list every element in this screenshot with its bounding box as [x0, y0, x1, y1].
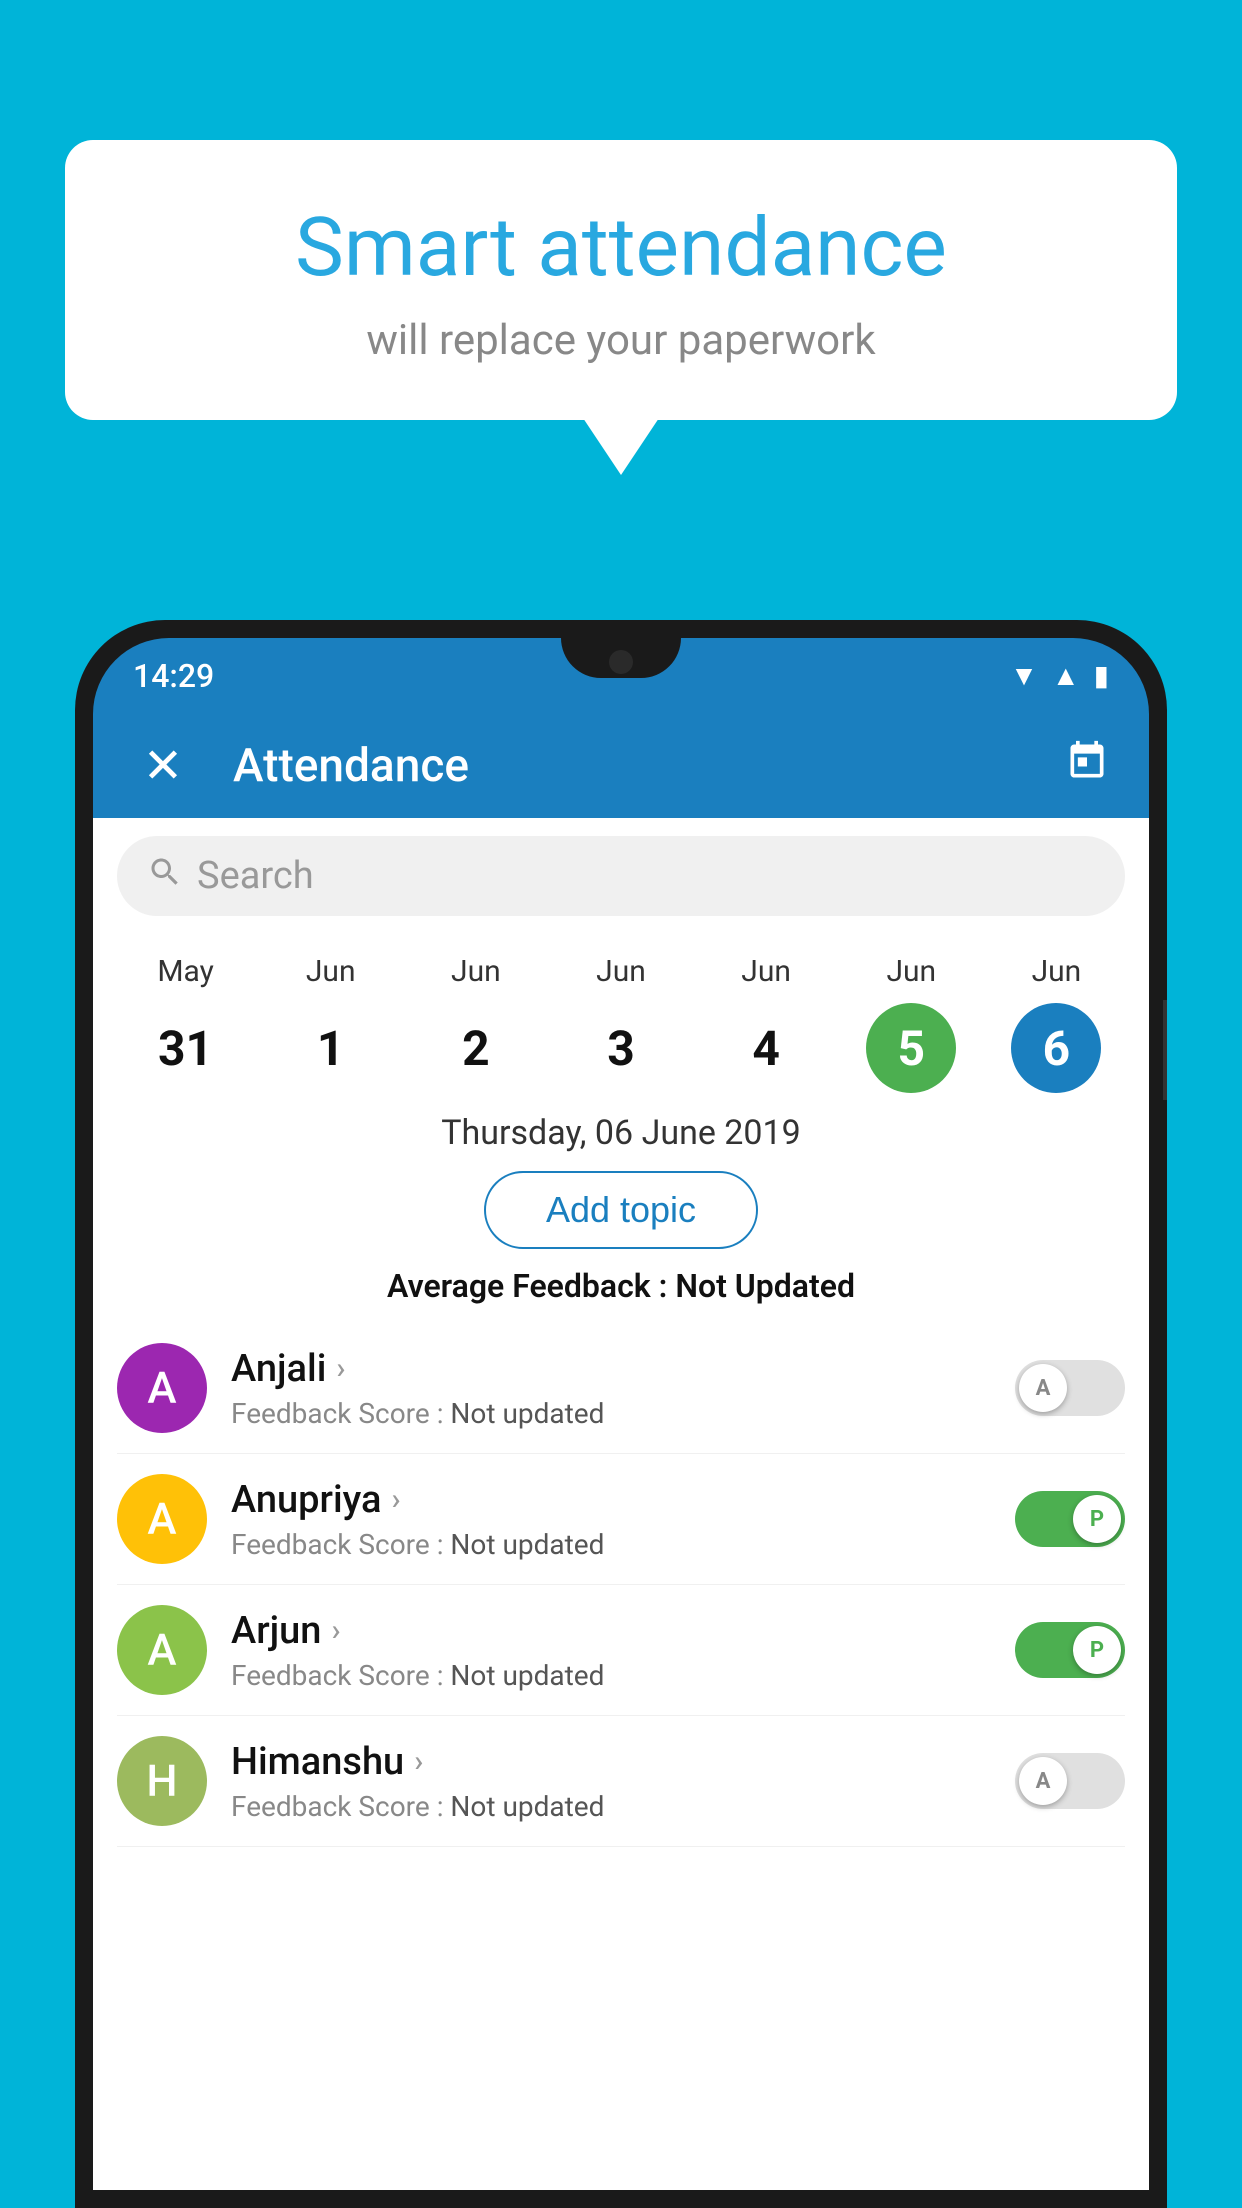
- avg-feedback: Average Feedback : Not Updated: [93, 1267, 1149, 1323]
- close-button[interactable]: ✕: [133, 742, 193, 790]
- student-name: Himanshu ›: [231, 1740, 991, 1784]
- search-icon: [147, 854, 183, 899]
- avatar: A: [117, 1605, 207, 1695]
- avatar: H: [117, 1736, 207, 1826]
- month-label: Jun: [451, 954, 501, 989]
- add-topic-button[interactable]: Add topic: [484, 1171, 758, 1249]
- month-label: Jun: [306, 954, 356, 989]
- search-placeholder: Search: [197, 854, 314, 898]
- date-col[interactable]: Jun 6: [984, 954, 1129, 1093]
- phone-inner: 14:29 ▼ ▲ ▮ ✕ Attendance: [93, 638, 1149, 2190]
- month-label: Jun: [596, 954, 646, 989]
- phone-frame: 14:29 ▼ ▲ ▮ ✕ Attendance: [75, 620, 1167, 2208]
- date-col[interactable]: Jun 2: [403, 954, 548, 1093]
- student-name: Anjali ›: [231, 1347, 991, 1391]
- speech-bubble: Smart attendance will replace your paper…: [65, 140, 1177, 420]
- month-label: May: [157, 954, 213, 989]
- attendance-toggle[interactable]: A: [1015, 1753, 1125, 1809]
- feedback-score: Feedback Score : Not updated: [231, 1790, 991, 1823]
- toggle-knob: A: [1019, 1757, 1067, 1805]
- status-bar: 14:29 ▼ ▲ ▮: [93, 638, 1149, 713]
- student-info: Himanshu › Feedback Score : Not updated: [231, 1740, 991, 1823]
- chevron-icon: ›: [336, 1351, 345, 1386]
- toggle-container: P: [1015, 1491, 1125, 1547]
- search-input[interactable]: Search: [117, 836, 1125, 916]
- status-icons: ▼ ▲ ▮: [1010, 659, 1109, 692]
- avg-feedback-value: Not Updated: [675, 1267, 855, 1305]
- calendar-button[interactable]: [1065, 739, 1109, 793]
- speech-bubble-title: Smart attendance: [145, 200, 1097, 296]
- speech-bubble-container: Smart attendance will replace your paper…: [65, 140, 1177, 420]
- toggle-container: A: [1015, 1360, 1125, 1416]
- day-number[interactable]: 3: [576, 1003, 666, 1093]
- date-col[interactable]: Jun 5: [839, 954, 984, 1093]
- date-strip: May 31 Jun 1 Jun 2 Jun 3 Jun 4 Jun 5 Jun 6: [93, 934, 1149, 1103]
- feedback-score: Feedback Score : Not updated: [231, 1397, 991, 1430]
- date-col[interactable]: Jun 4: [694, 954, 839, 1093]
- toggle-container: A: [1015, 1753, 1125, 1809]
- attendance-toggle[interactable]: P: [1015, 1622, 1125, 1678]
- signal-icon: ▲: [1052, 659, 1080, 692]
- phone-notch: [561, 638, 681, 678]
- app-header: ✕ Attendance: [93, 713, 1149, 818]
- day-number[interactable]: 31: [141, 1003, 231, 1093]
- speech-bubble-subtitle: will replace your paperwork: [145, 316, 1097, 365]
- date-col[interactable]: Jun 3: [548, 954, 693, 1093]
- day-number[interactable]: 5: [866, 1003, 956, 1093]
- day-number[interactable]: 6: [1011, 1003, 1101, 1093]
- app-content: Search May 31 Jun 1 Jun 2 Jun 3 Jun 4 Jun 5 Jun 6 Thu…: [93, 818, 1149, 2190]
- month-label: Jun: [741, 954, 791, 989]
- chevron-icon: ›: [414, 1744, 423, 1779]
- date-col[interactable]: Jun 1: [258, 954, 403, 1093]
- toggle-knob: P: [1073, 1495, 1121, 1543]
- month-label: Jun: [886, 954, 936, 989]
- date-col[interactable]: May 31: [113, 954, 258, 1093]
- student-item[interactable]: A Anupriya › Feedback Score : Not updated P: [117, 1454, 1125, 1585]
- student-item[interactable]: A Arjun › Feedback Score : Not updated P: [117, 1585, 1125, 1716]
- front-camera: [609, 650, 633, 674]
- student-item[interactable]: H Himanshu › Feedback Score : Not updated A: [117, 1716, 1125, 1847]
- student-name: Anupriya ›: [231, 1478, 991, 1522]
- day-number[interactable]: 4: [721, 1003, 811, 1093]
- student-info: Arjun › Feedback Score : Not updated: [231, 1609, 991, 1692]
- day-number[interactable]: 1: [286, 1003, 376, 1093]
- selected-date-label: Thursday, 06 June 2019: [93, 1103, 1149, 1171]
- student-info: Anjali › Feedback Score : Not updated: [231, 1347, 991, 1430]
- app-title: Attendance: [233, 739, 1065, 793]
- month-label: Jun: [1032, 954, 1082, 989]
- search-bar: Search: [93, 818, 1149, 934]
- chevron-icon: ›: [331, 1613, 340, 1648]
- toggle-container: P: [1015, 1622, 1125, 1678]
- avg-feedback-label: Average Feedback :: [387, 1267, 675, 1305]
- student-item[interactable]: A Anjali › Feedback Score : Not updated A: [117, 1323, 1125, 1454]
- student-list: AAnjali ›Feedback Score : Not updatedAAA…: [93, 1323, 1149, 1847]
- battery-icon: ▮: [1094, 659, 1109, 692]
- avatar: A: [117, 1343, 207, 1433]
- day-number[interactable]: 2: [431, 1003, 521, 1093]
- wifi-icon: ▼: [1010, 659, 1038, 692]
- chevron-icon: ›: [391, 1482, 400, 1517]
- avatar: A: [117, 1474, 207, 1564]
- toggle-knob: A: [1019, 1364, 1067, 1412]
- student-info: Anupriya › Feedback Score : Not updated: [231, 1478, 991, 1561]
- status-time: 14:29: [133, 657, 214, 695]
- attendance-toggle[interactable]: P: [1015, 1491, 1125, 1547]
- feedback-score: Feedback Score : Not updated: [231, 1528, 991, 1561]
- student-name: Arjun ›: [231, 1609, 991, 1653]
- attendance-toggle[interactable]: A: [1015, 1360, 1125, 1416]
- feedback-score: Feedback Score : Not updated: [231, 1659, 991, 1692]
- power-button: [1163, 1000, 1167, 1100]
- toggle-knob: P: [1073, 1626, 1121, 1674]
